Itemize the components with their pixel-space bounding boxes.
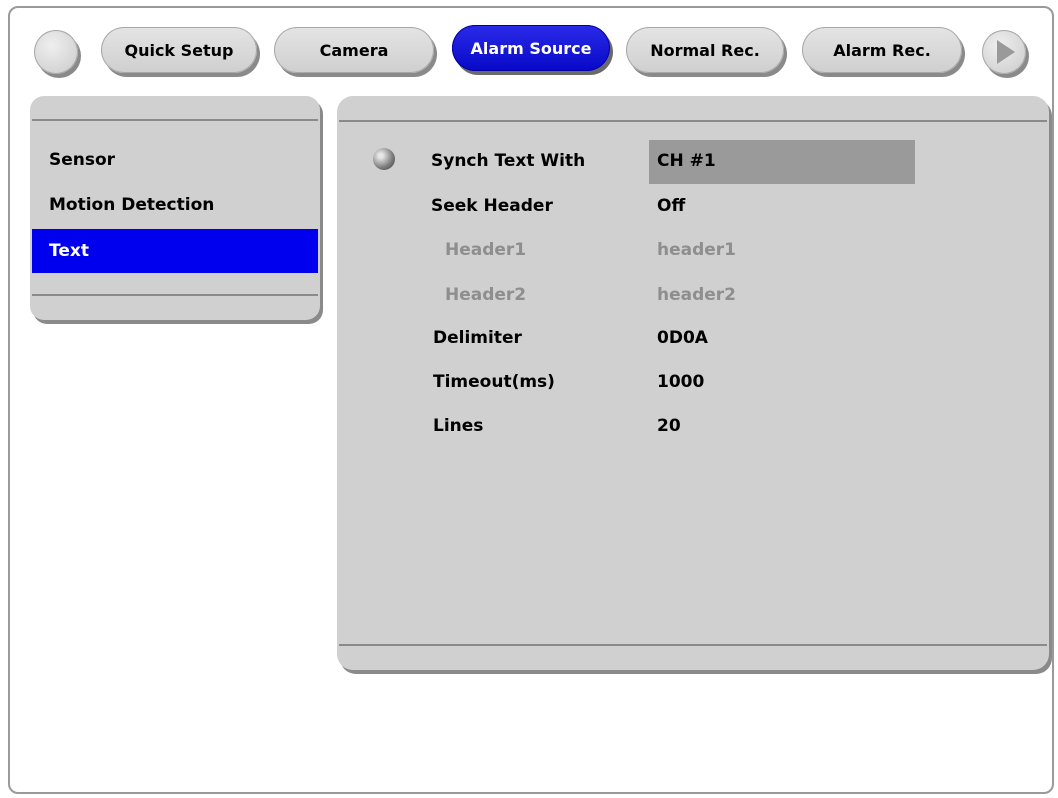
next-tabs-button[interactable] <box>982 30 1026 74</box>
tab-quick-setup[interactable]: Quick Setup <box>101 27 257 73</box>
tab-label: Camera <box>319 40 389 60</box>
header2-label: Header2 <box>445 285 527 305</box>
settings-panel: Synch Text With CH #1 Seek Header Off He… <box>337 96 1049 670</box>
lines-label: Lines <box>433 416 484 436</box>
sidebar-item-sensor[interactable]: Sensor <box>32 138 318 182</box>
tab-label: Alarm Source <box>470 38 592 58</box>
divider <box>339 644 1047 646</box>
tab-camera[interactable]: Camera <box>274 27 434 73</box>
sidebar-panel: Sensor Motion Detection Text <box>30 96 320 320</box>
sidebar-item-label: Sensor <box>49 150 116 170</box>
synch-text-label: Synch Text With <box>431 151 586 171</box>
divider <box>339 120 1047 122</box>
divider <box>32 294 318 296</box>
seek-header-value[interactable]: Off <box>657 194 685 218</box>
header1-value: header1 <box>657 240 737 260</box>
tab-label: Normal Rec. <box>650 40 760 60</box>
header2-value: header2 <box>657 285 737 305</box>
header1-label: Header1 <box>445 240 527 260</box>
lines-value[interactable]: 20 <box>657 414 681 438</box>
delimiter-value[interactable]: 0D0A <box>657 326 708 350</box>
menu-button[interactable] <box>34 30 78 74</box>
tab-label: Alarm Rec. <box>833 40 931 60</box>
timeout-label: Timeout(ms) <box>433 372 555 392</box>
seek-header-label: Seek Header <box>431 196 553 216</box>
divider <box>32 119 318 121</box>
timeout-value[interactable]: 1000 <box>657 370 704 394</box>
radio-bullet-icon <box>373 148 395 170</box>
sidebar-item-text[interactable]: Text <box>32 229 318 273</box>
synch-text-value[interactable]: CH #1 <box>657 149 716 173</box>
tab-label: Quick Setup <box>124 40 234 60</box>
sidebar-item-motion-detection[interactable]: Motion Detection <box>32 183 318 227</box>
tab-normal-rec[interactable]: Normal Rec. <box>626 27 784 73</box>
sidebar-item-label: Motion Detection <box>49 195 215 215</box>
delimiter-label: Delimiter <box>433 328 522 348</box>
tab-alarm-rec[interactable]: Alarm Rec. <box>802 27 962 73</box>
sidebar-item-label: Text <box>49 241 89 261</box>
tab-alarm-source[interactable]: Alarm Source <box>452 25 610 71</box>
right-arrow-icon <box>997 40 1015 64</box>
